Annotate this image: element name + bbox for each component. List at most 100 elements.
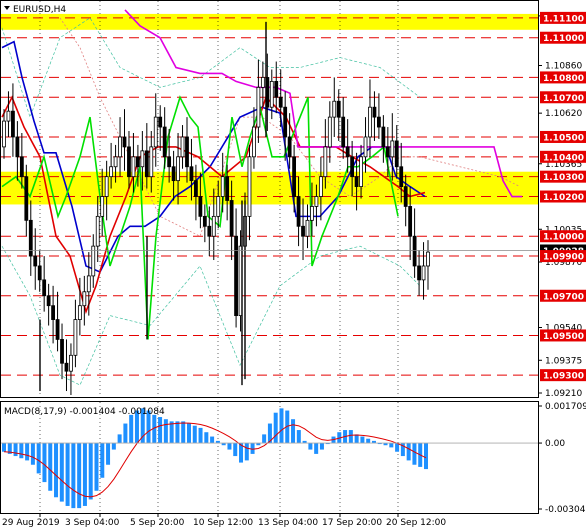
candle-body bbox=[345, 146, 350, 158]
level-label: 1.10200 bbox=[543, 193, 584, 203]
macd-bar bbox=[192, 425, 197, 444]
macd-bar bbox=[65, 443, 70, 506]
candle-body bbox=[359, 156, 363, 187]
candle-body bbox=[327, 116, 332, 148]
candle-body bbox=[113, 156, 118, 168]
candle-body bbox=[171, 166, 176, 182]
macd-bar bbox=[319, 443, 324, 450]
candle-body bbox=[42, 279, 47, 297]
candle-body bbox=[426, 251, 430, 267]
candle-body bbox=[216, 196, 221, 217]
candle-body bbox=[341, 116, 346, 148]
level-label: 1.10800 bbox=[543, 74, 584, 84]
candle-body bbox=[278, 96, 283, 108]
macd-bar bbox=[262, 434, 267, 444]
macd-bar bbox=[30, 443, 35, 465]
price-tick-label: 1.10860 bbox=[545, 62, 582, 72]
macd-bar bbox=[88, 443, 93, 500]
candle-body bbox=[399, 166, 404, 187]
candle-body bbox=[19, 156, 24, 178]
macd-bar bbox=[175, 421, 180, 444]
candle-body bbox=[377, 116, 381, 128]
time-label: 5 Sep 20:00 bbox=[130, 518, 185, 528]
candle-body bbox=[269, 80, 274, 108]
candle-body bbox=[24, 176, 29, 221]
candle-body bbox=[149, 146, 154, 178]
macd-label: MACD(8,17,9) -0.001404 -0.001084 bbox=[4, 407, 165, 417]
level-label: 1.10300 bbox=[543, 173, 584, 183]
macd-bar bbox=[366, 438, 371, 444]
macd-bar bbox=[59, 443, 64, 502]
candle-body bbox=[194, 180, 198, 197]
symbol-label: EURUSD,H4 bbox=[13, 5, 66, 15]
candle-body bbox=[176, 156, 180, 182]
macd-bar bbox=[210, 436, 215, 444]
macd-bar bbox=[406, 443, 411, 461]
candle-body bbox=[336, 100, 341, 118]
macd-bar bbox=[2, 443, 6, 452]
macd-bar bbox=[412, 443, 417, 465]
candle-body bbox=[11, 110, 15, 138]
candle-body bbox=[274, 80, 279, 98]
level-label: 1.09500 bbox=[543, 332, 584, 342]
macd-bar bbox=[36, 443, 41, 474]
candle-body bbox=[305, 219, 310, 237]
candle-body bbox=[385, 146, 390, 158]
price-chart[interactable]: 1.09928 1.111101.108601.106201.103651.10… bbox=[0, 0, 586, 532]
candle-body bbox=[162, 126, 167, 158]
level-label: 1.09900 bbox=[543, 253, 584, 263]
macd-bar bbox=[360, 436, 365, 444]
level-label: 1.09700 bbox=[543, 292, 584, 302]
macd-bar bbox=[424, 443, 428, 470]
macd-bar bbox=[348, 430, 353, 444]
macd-bar bbox=[227, 443, 232, 450]
candle-body bbox=[118, 136, 122, 158]
candle-body bbox=[318, 176, 323, 197]
time-label: 10 Sep 12:00 bbox=[193, 518, 253, 528]
macd-bar bbox=[94, 443, 99, 491]
macd-bar bbox=[111, 443, 116, 450]
candle-body bbox=[260, 77, 265, 88]
candle-body bbox=[301, 225, 305, 237]
candle-body bbox=[95, 215, 100, 247]
candle-body bbox=[37, 265, 42, 281]
candle-body bbox=[144, 150, 149, 178]
macd-tick-label: -0.003041 bbox=[545, 505, 586, 515]
macd-bar bbox=[273, 412, 278, 444]
macd-bar bbox=[100, 443, 105, 478]
macd-bar bbox=[25, 443, 30, 461]
level-label: 1.09300 bbox=[543, 372, 584, 382]
time-label: 17 Sep 20:00 bbox=[322, 518, 382, 528]
candle-body bbox=[323, 146, 328, 178]
macd-bar bbox=[106, 443, 111, 465]
candle-body bbox=[198, 196, 203, 217]
candle-body bbox=[69, 354, 73, 372]
price-tick-label: 1.10620 bbox=[545, 109, 582, 119]
candle-body bbox=[2, 120, 6, 148]
candle-body bbox=[73, 319, 78, 356]
macd-bar bbox=[13, 443, 18, 457]
candle-body bbox=[77, 305, 82, 320]
candle-body bbox=[252, 126, 256, 158]
macd-bar bbox=[158, 417, 163, 444]
macd-bar bbox=[163, 419, 168, 444]
macd-bar bbox=[314, 443, 319, 454]
macd-bar bbox=[54, 443, 59, 498]
candle-body bbox=[314, 196, 319, 207]
candle-body bbox=[33, 255, 38, 267]
chart-window[interactable]: 1.09928 1.111101.108601.106201.103651.10… bbox=[0, 0, 586, 532]
macd-bar bbox=[198, 427, 203, 444]
candle-body bbox=[310, 206, 314, 221]
macd-bar bbox=[129, 414, 134, 444]
macd-tick-label: 0.001709 bbox=[545, 402, 586, 412]
macd-bar bbox=[233, 443, 238, 457]
macd-bar bbox=[244, 443, 249, 461]
macd-tick-label: 0.00 bbox=[545, 439, 565, 449]
macd-bar bbox=[77, 443, 82, 509]
macd-bar bbox=[389, 443, 394, 448]
macd-bar bbox=[354, 434, 359, 444]
time-label: 20 Sep 12:00 bbox=[386, 518, 446, 528]
candle-body bbox=[292, 156, 297, 197]
candle-body bbox=[394, 140, 399, 168]
candle-body bbox=[403, 186, 408, 207]
